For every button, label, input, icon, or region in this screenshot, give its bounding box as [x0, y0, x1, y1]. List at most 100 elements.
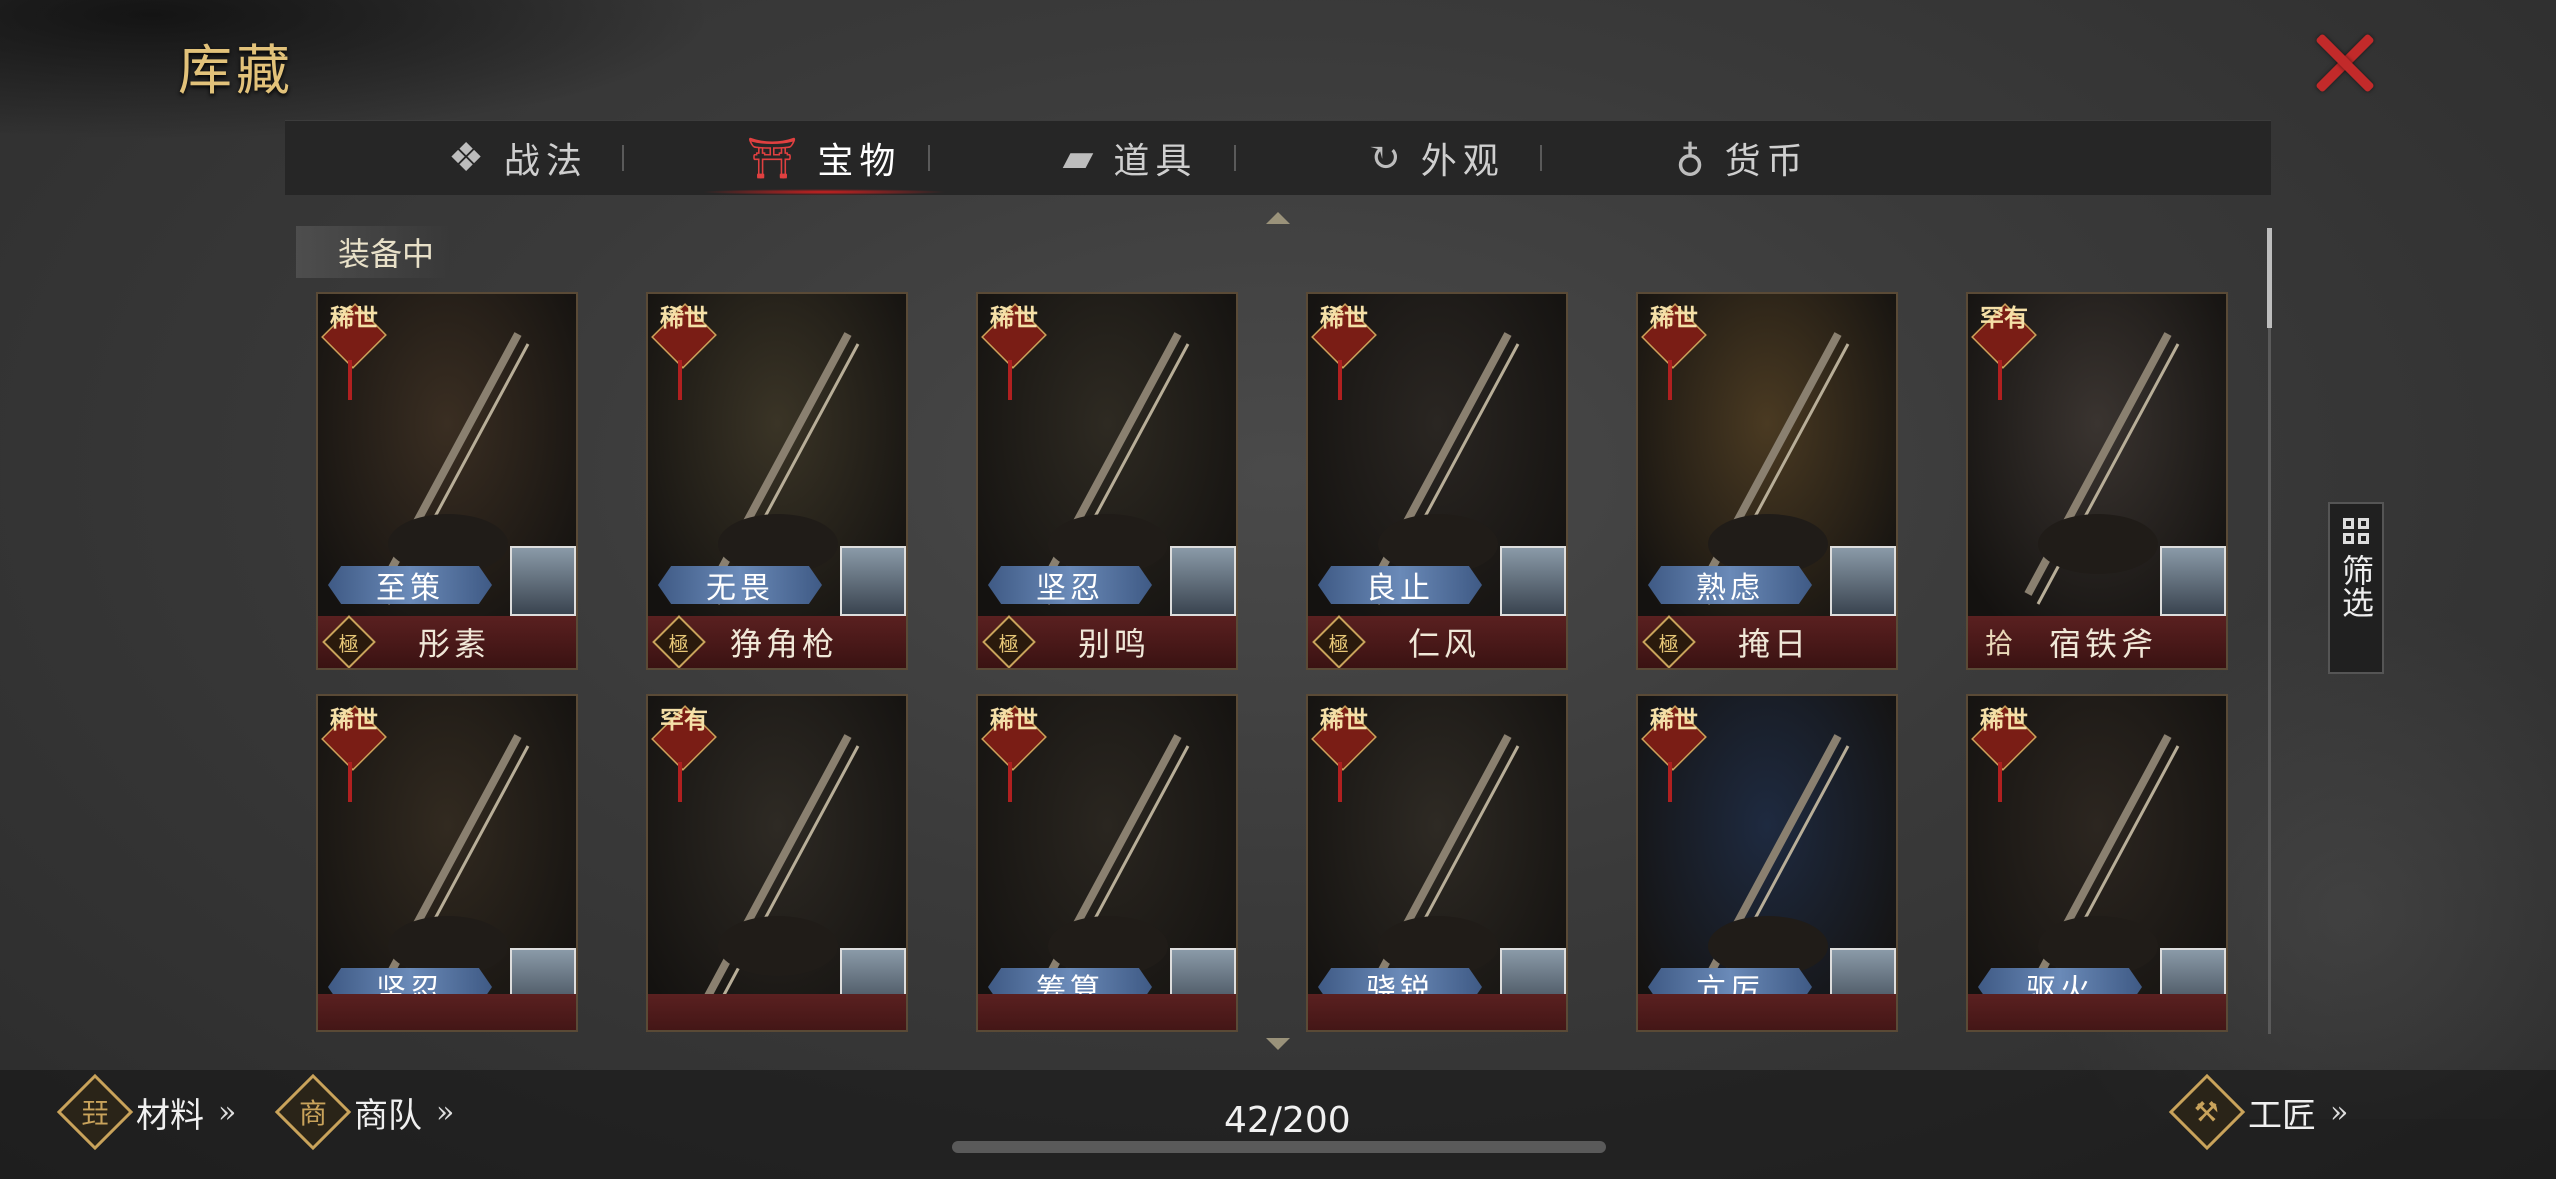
skill-tag: 良止: [1318, 566, 1482, 604]
treasure-name-bar: [1638, 994, 1896, 1030]
treasure-card[interactable]: 罕有拾 宿铁斧: [1966, 292, 2228, 670]
rarity-label: 稀世: [1980, 705, 2028, 734]
tab-label: 道具: [1113, 141, 1198, 182]
skill-tag: 坚忍: [988, 566, 1152, 604]
caravan-label: 商队: [354, 1095, 422, 1136]
tassel-decoration: [1338, 360, 1342, 400]
chevron-right-icon: »: [2330, 1094, 2349, 1130]
grid-filter-icon: [2343, 518, 2369, 544]
treasure-name: 别鸣: [1077, 625, 1150, 663]
hero-portrait-avatar: [1500, 546, 1566, 616]
hero-portrait-avatar: [840, 546, 906, 616]
skill-tag: 无畏: [658, 566, 822, 604]
materials-icon: 㠭: [56, 1073, 134, 1151]
treasure-card[interactable]: 稀世 骁锐: [1306, 694, 1568, 1032]
tab-label: 宝物: [817, 141, 902, 182]
caravan-button[interactable]: 商 商队 »: [274, 1073, 454, 1151]
treasure-card[interactable]: 罕有: [646, 694, 908, 1032]
scroll-up-arrow-icon[interactable]: [1266, 212, 1290, 224]
home-indicator[interactable]: [952, 1141, 1606, 1153]
rarity-label: 稀世: [1650, 303, 1698, 332]
grade-label: 拾: [1984, 627, 2013, 660]
tab-items[interactable]: ▰ 道具: [977, 121, 1283, 195]
scroll-down-arrow-icon[interactable]: [1266, 1038, 1290, 1050]
filter-label: 筛选: [2337, 554, 2375, 618]
tab-appearance[interactable]: ↻ 外观: [1283, 121, 1589, 195]
treasure-card[interactable]: 稀世良止極仁风: [1306, 292, 1568, 670]
tab-bar: ❖ 战法 ⛩ 宝物 ▰ 道具 ↻ 外观 ♁ 货币: [285, 120, 2271, 195]
treasure-name: 掩日: [1737, 625, 1810, 663]
filter-button[interactable]: 筛选: [2328, 502, 2384, 674]
treasure-card[interactable]: 稀世至策極彤素: [316, 292, 578, 670]
craftsman-label: 工匠: [2248, 1095, 2316, 1136]
chest-icon: ▰: [1062, 135, 1100, 181]
window-title: 库藏: [178, 39, 294, 102]
tab-treasures[interactable]: ⛩ 宝物: [671, 121, 977, 195]
tab-separator: [1234, 145, 1236, 171]
treasure-name-bar: 極彤素: [318, 615, 576, 668]
treasure-name: 宿铁斧: [2048, 625, 2157, 663]
scroll-bundle-icon: ❖: [448, 135, 490, 181]
treasure-name-bar: [648, 994, 906, 1030]
section-label-equipped: 装备中: [296, 226, 450, 278]
tassel-decoration: [1338, 762, 1342, 802]
treasure-card[interactable]: 稀世熟虑極掩日: [1636, 292, 1898, 670]
tassel-decoration: [1998, 762, 2002, 802]
rarity-label: 稀世: [330, 303, 378, 332]
rarity-label: 稀世: [1650, 705, 1698, 734]
tab-separator: [928, 145, 930, 171]
tassel-decoration: [1998, 360, 2002, 400]
skill-tag: 熟虑: [1648, 566, 1812, 604]
treasure-name: 彤素: [417, 625, 490, 663]
treasure-card[interactable]: 稀世无畏極狰角枪: [646, 292, 908, 670]
treasure-name-bar: [978, 994, 1236, 1030]
rarity-label: 稀世: [990, 705, 1038, 734]
tab-separator: [1540, 145, 1542, 171]
tab-tactics[interactable]: ❖ 战法: [365, 121, 671, 195]
money-bag-icon: ♁: [1675, 135, 1711, 181]
tassel-decoration: [1668, 762, 1672, 802]
treasure-name-bar: [1968, 994, 2226, 1030]
tassel-decoration: [1008, 360, 1012, 400]
caravan-icon: 商: [274, 1073, 352, 1151]
treasure-name-bar: 極仁风: [1308, 615, 1566, 668]
tassel-decoration: [348, 360, 352, 400]
rarity-label: 稀世: [990, 303, 1038, 332]
materials-button[interactable]: 㠭 材料 »: [56, 1073, 236, 1151]
treasure-name: 仁风: [1407, 625, 1480, 663]
scrollbar-thumb[interactable]: [2267, 228, 2272, 328]
tab-currency[interactable]: ♁ 货币: [1589, 121, 1895, 195]
treasure-name-bar: 極掩日: [1638, 615, 1896, 668]
rarity-label: 稀世: [1320, 303, 1368, 332]
treasure-name-bar: [1308, 994, 1566, 1030]
hero-portrait-avatar: [2160, 546, 2226, 616]
item-count: 42/200: [1224, 1100, 1351, 1141]
treasure-card[interactable]: 稀世 亢厉: [1636, 694, 1898, 1032]
treasure-card[interactable]: 稀世 筹算: [976, 694, 1238, 1032]
rarity-label: 稀世: [660, 303, 708, 332]
treasure-card[interactable]: 稀世 驱火: [1966, 694, 2228, 1032]
treasure-name-bar: 極狰角枪: [648, 615, 906, 668]
hero-portrait-avatar: [1830, 546, 1896, 616]
treasure-card[interactable]: 稀世 坚忍: [316, 694, 578, 1032]
rarity-label: 稀世: [330, 705, 378, 734]
tab-label: 货币: [1724, 141, 1809, 182]
tassel-decoration: [678, 360, 682, 400]
tassel-decoration: [678, 762, 682, 802]
close-icon[interactable]: [2312, 30, 2378, 96]
skill-tag: 至策: [328, 566, 492, 604]
materials-label: 材料: [136, 1095, 204, 1136]
treasure-name-bar: 拾 宿铁斧: [1968, 616, 2226, 668]
tassel-decoration: [1668, 360, 1672, 400]
craftsman-button[interactable]: ⚒ 工匠 »: [2168, 1073, 2349, 1151]
rarity-label: 稀世: [1320, 705, 1368, 734]
weapon-rack-icon: ⛩: [746, 135, 804, 182]
treasure-name-bar: 極别鸣: [978, 615, 1236, 668]
tab-label: 战法: [503, 141, 588, 182]
treasure-card[interactable]: 稀世坚忍極别鸣: [976, 292, 1238, 670]
rarity-label: 罕有: [1980, 303, 2028, 332]
tab-label: 外观: [1420, 141, 1505, 182]
swirl-icon: ↻: [1367, 135, 1407, 181]
tab-separator: [622, 145, 624, 171]
scrollbar-track[interactable]: [2268, 228, 2271, 1034]
